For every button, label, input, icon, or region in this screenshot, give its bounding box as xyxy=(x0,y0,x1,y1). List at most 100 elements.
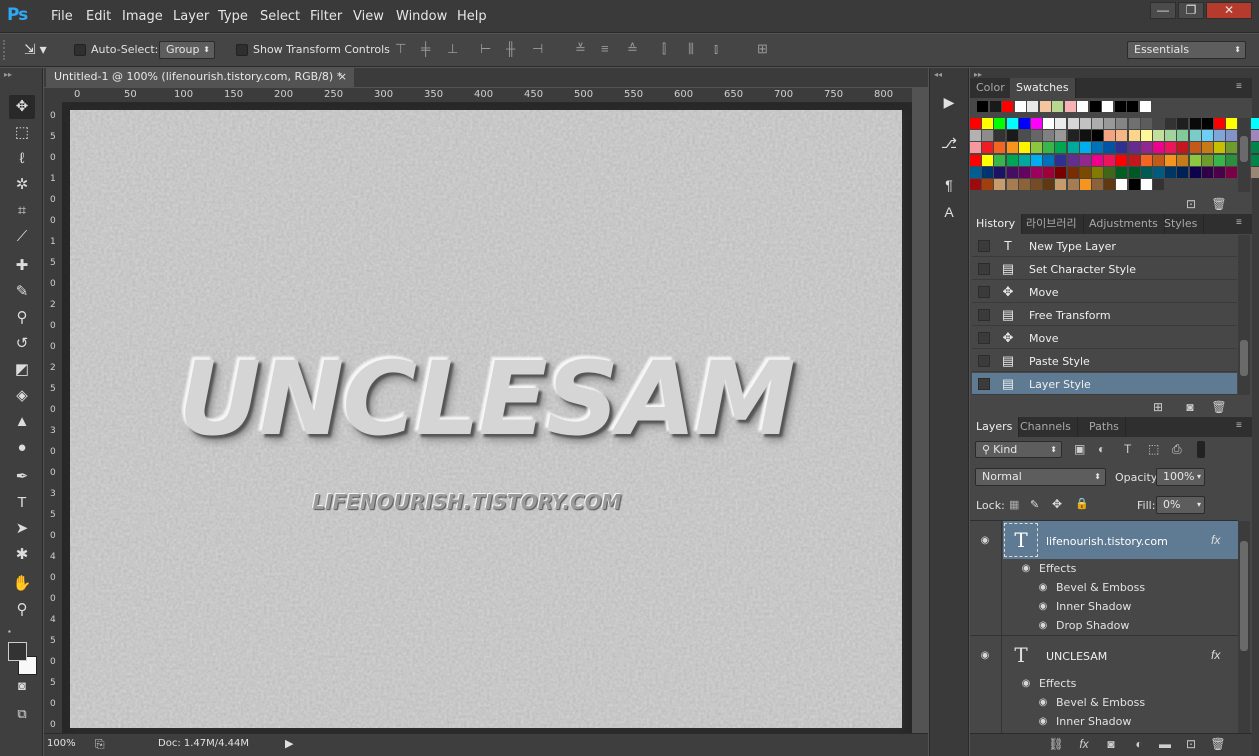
swatch[interactable] xyxy=(1043,130,1055,142)
swatch[interactable] xyxy=(1116,118,1128,129)
swatch[interactable] xyxy=(1128,179,1140,190)
swatch[interactable] xyxy=(1139,101,1151,112)
move-tool-icon[interactable]: ✥ xyxy=(9,95,35,119)
swatches-scrollbar[interactable] xyxy=(1238,118,1250,192)
menu-filter[interactable]: Filter xyxy=(310,9,342,24)
crop-tool-icon[interactable]: ⌗ xyxy=(9,199,35,223)
align-left-icon[interactable]: ⊢ xyxy=(480,41,494,57)
swatch[interactable] xyxy=(1201,142,1213,154)
panel-menu-icon[interactable]: ≡ xyxy=(1236,420,1242,431)
swatch[interactable] xyxy=(1140,166,1152,178)
distribute-vcenter-icon[interactable]: ≡ xyxy=(601,41,615,57)
tab-swatches[interactable]: Swatches xyxy=(1010,78,1076,98)
swatch[interactable] xyxy=(1031,118,1042,129)
menu-type[interactable]: Type xyxy=(218,9,248,24)
swatch[interactable] xyxy=(1027,101,1038,112)
paint-bucket-icon[interactable]: ◈ xyxy=(9,384,35,408)
swatch[interactable] xyxy=(1055,142,1067,154)
swatch[interactable] xyxy=(1043,166,1055,178)
move-tool-preset-icon[interactable]: ⇲ ▾ xyxy=(24,41,62,59)
distribute-left-icon[interactable]: ⫿ xyxy=(662,41,676,57)
lock-transparency-icon[interactable]: ▦ xyxy=(1009,498,1019,511)
swatch[interactable] xyxy=(1214,166,1225,178)
swatch[interactable] xyxy=(1140,130,1152,142)
swatch[interactable] xyxy=(1177,142,1189,154)
workspace-dropdown[interactable]: Essentials ⬍ xyxy=(1127,41,1246,59)
swatch[interactable] xyxy=(982,130,994,142)
swatch[interactable] xyxy=(1031,142,1042,154)
swatch[interactable] xyxy=(1055,130,1067,142)
swatch[interactable] xyxy=(970,118,981,129)
delete-layer-icon[interactable]: 🗑 xyxy=(1210,736,1226,752)
new-swatch-icon[interactable]: ⊡ xyxy=(1183,196,1199,212)
swatch[interactable] xyxy=(1067,118,1079,129)
menu-edit[interactable]: Edit xyxy=(86,9,111,24)
swatch[interactable] xyxy=(1226,166,1238,178)
new-document-from-state-icon[interactable]: ⊞ xyxy=(1150,399,1166,415)
swatch[interactable] xyxy=(1140,179,1152,190)
eye-icon[interactable]: ◉ xyxy=(978,536,992,546)
swatch[interactable] xyxy=(1018,130,1030,142)
lock-pixels-icon[interactable]: ✎ xyxy=(1030,498,1039,511)
swatch[interactable] xyxy=(1031,179,1042,190)
swatch[interactable] xyxy=(1002,101,1013,112)
pen-tool-icon[interactable]: ✒ xyxy=(9,465,35,489)
tab-layers[interactable]: Layers xyxy=(970,417,1020,437)
menu-image[interactable]: Image xyxy=(122,9,163,24)
history-snapshot-box[interactable] xyxy=(978,309,990,321)
swatch[interactable] xyxy=(1104,130,1116,142)
swatch[interactable] xyxy=(1165,154,1177,166)
horizontal-ruler[interactable]: 0 50 100 150 200 250 300 350 400 450 500 550 600 650 7… xyxy=(62,88,912,103)
link-layers-icon[interactable]: ⛓ xyxy=(1048,736,1064,752)
swatch[interactable] xyxy=(1189,166,1201,178)
auto-select-checkbox[interactable] xyxy=(74,44,86,56)
swatch[interactable] xyxy=(1214,118,1225,129)
swatch[interactable] xyxy=(989,101,1001,112)
align-top-icon[interactable]: ⊤ xyxy=(395,41,409,57)
distribute-top-icon[interactable]: ≚ xyxy=(575,41,589,57)
swatch[interactable] xyxy=(1165,166,1177,178)
swatch[interactable] xyxy=(1214,142,1225,154)
history-scrollbar[interactable] xyxy=(1238,235,1250,395)
layer-row-selected[interactable]: T lifenourish.tistory.com fx xyxy=(1003,521,1238,559)
blur-tool-icon[interactable]: ▲ xyxy=(9,410,35,434)
swatch[interactable] xyxy=(1102,101,1113,112)
swatch[interactable] xyxy=(1250,130,1259,142)
swatch[interactable] xyxy=(994,166,1006,178)
layer-filter-dropdown[interactable]: ⚲ Kind ⬍ xyxy=(975,441,1062,458)
history-item[interactable]: ▤ Free Transform xyxy=(972,304,1237,326)
minimize-button[interactable]: — xyxy=(1150,2,1176,19)
swatch[interactable] xyxy=(1165,118,1177,129)
swatch[interactable] xyxy=(1226,118,1238,129)
swatch[interactable] xyxy=(977,101,988,112)
swatch[interactable] xyxy=(1092,179,1103,190)
swatch[interactable] xyxy=(1067,166,1079,178)
swatch[interactable] xyxy=(982,154,994,166)
swatch[interactable] xyxy=(982,118,994,129)
history-item[interactable]: ✥ Move xyxy=(972,281,1237,303)
swatch[interactable] xyxy=(1092,118,1103,129)
clone-stamp-icon[interactable]: ⚲ xyxy=(9,306,35,330)
add-mask-icon[interactable]: ◙ xyxy=(1103,736,1119,752)
distribute-bottom-icon[interactable]: ≙ xyxy=(627,41,641,57)
swatch[interactable] xyxy=(1079,154,1091,166)
swatch[interactable] xyxy=(1055,179,1067,190)
dodge-tool-icon[interactable]: ● xyxy=(9,436,35,460)
history-item[interactable]: ▤ Set Character Style xyxy=(972,258,1237,280)
swatch[interactable] xyxy=(1165,130,1177,142)
filter-type-icon[interactable]: T xyxy=(1124,442,1131,456)
swatch[interactable] xyxy=(1067,142,1079,154)
character-style-icon[interactable]: A xyxy=(937,201,961,223)
swatch[interactable] xyxy=(1052,101,1063,112)
marquee-tool-icon[interactable]: ⬚ xyxy=(9,121,35,145)
filter-adjustment-icon[interactable]: ◐ xyxy=(1098,442,1105,456)
swatch[interactable] xyxy=(1128,118,1140,129)
swatch[interactable] xyxy=(1067,179,1079,190)
auto-align-icon[interactable]: ⊞ xyxy=(757,41,771,57)
panel-menu-icon[interactable]: ≡ xyxy=(1236,217,1242,228)
close-document-icon[interactable]: × xyxy=(338,68,347,86)
eye-icon[interactable]: ◉ xyxy=(1019,679,1033,689)
swatch[interactable] xyxy=(1092,130,1103,142)
filter-smart-object-icon[interactable]: ⎙ xyxy=(1172,442,1182,457)
menu-view[interactable]: View xyxy=(353,9,384,24)
